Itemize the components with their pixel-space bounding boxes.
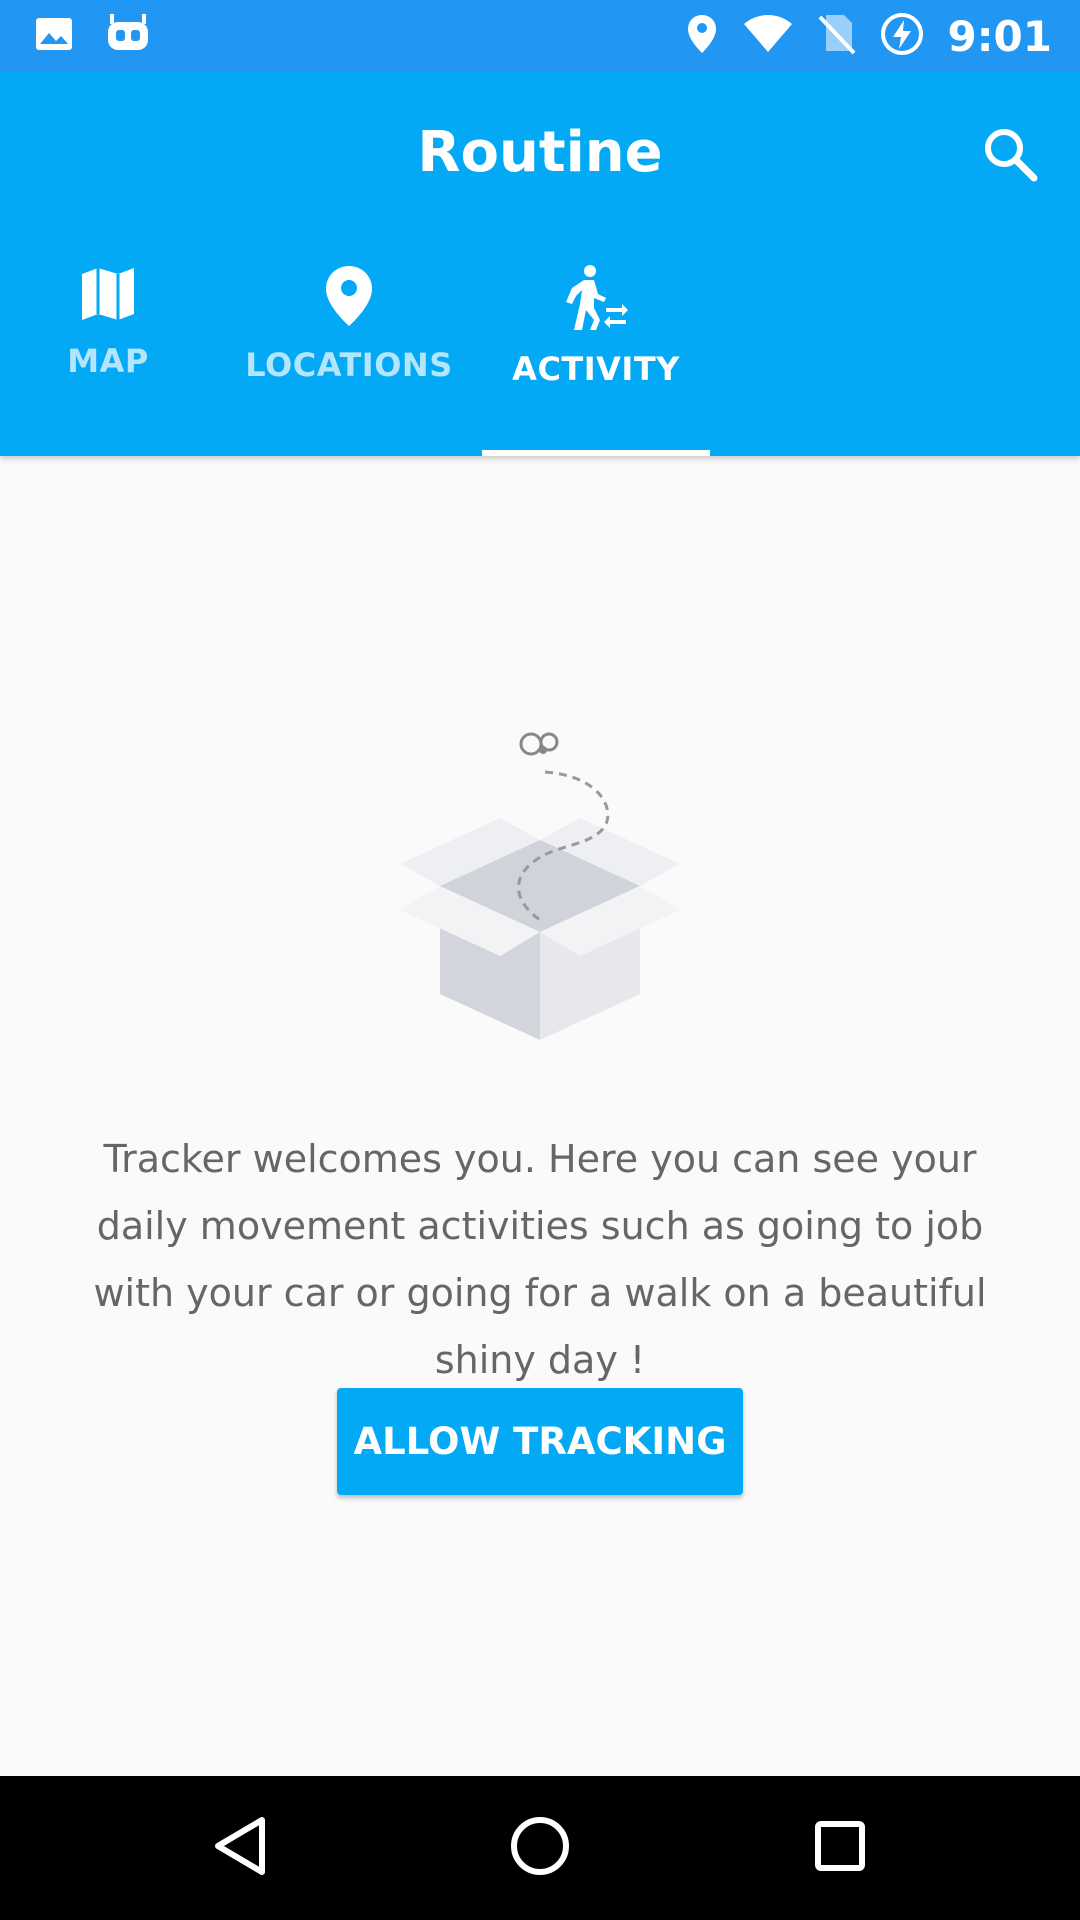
battery-charging-icon: [880, 12, 924, 60]
allow-tracking-button[interactable]: ALLOW TRACKING: [337, 1388, 743, 1495]
tab-locations-label: LOCATIONS: [245, 346, 453, 384]
search-icon: [980, 129, 1040, 188]
recents-icon: [810, 1816, 870, 1880]
home-button[interactable]: [500, 1808, 580, 1888]
status-left-icons: [34, 14, 152, 58]
status-bar: 9:01: [0, 0, 1080, 72]
walking-activity-icon: [564, 264, 628, 332]
open-box-illustration: [400, 724, 680, 1044]
wifi-icon: [742, 14, 794, 58]
back-icon: [210, 1814, 270, 1882]
status-time: 9:01: [947, 11, 1052, 61]
recents-button[interactable]: [800, 1808, 880, 1888]
tab-locations[interactable]: LOCATIONS: [240, 72, 458, 384]
image-icon: [34, 16, 74, 56]
active-tab-indicator: [482, 450, 710, 456]
cyanogen-robot-icon: [104, 14, 152, 58]
navigation-bar: [0, 1776, 1080, 1920]
search-button[interactable]: [980, 124, 1040, 184]
welcome-message: Tracker welcomes you. Here you can see y…: [93, 1137, 987, 1382]
no-sim-icon: [818, 13, 856, 59]
tab-map[interactable]: MAP: [40, 72, 176, 380]
map-icon: [78, 264, 138, 324]
status-right-icons: 9:01: [686, 12, 1052, 61]
location-pin-icon: [324, 264, 374, 328]
app-header: Routine MAP LOCATIONS ACTIVITY: [0, 72, 1080, 456]
tab-map-label: MAP: [67, 342, 149, 380]
tab-activity-label: ACTIVITY: [512, 350, 680, 388]
back-button[interactable]: [200, 1808, 280, 1888]
tab-activity[interactable]: ACTIVITY: [482, 72, 710, 388]
home-icon: [508, 1814, 572, 1882]
location-pin-icon: [686, 13, 718, 59]
